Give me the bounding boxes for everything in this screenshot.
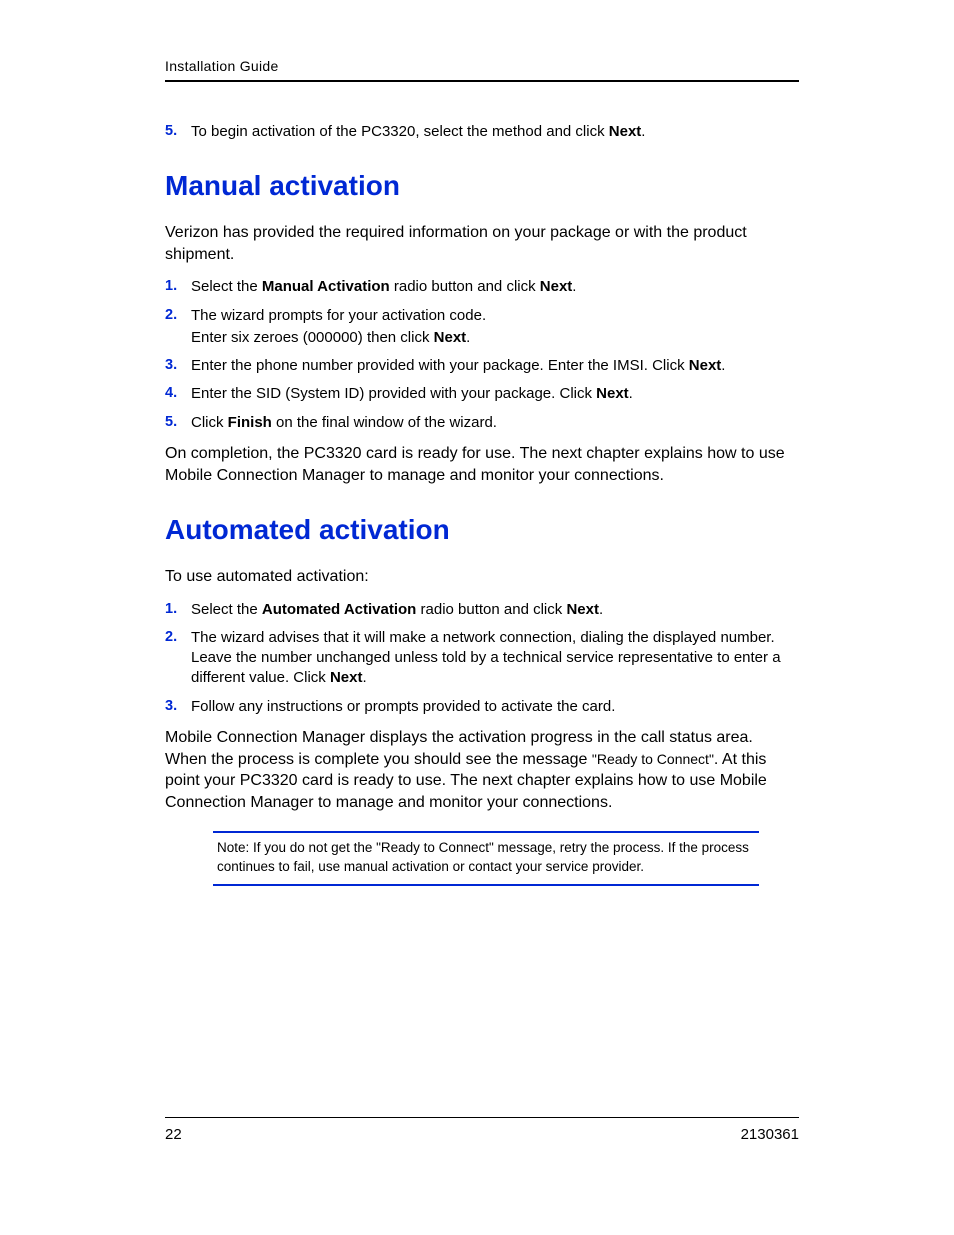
bold-text: Next [434,329,467,346]
list-text: Enter the phone number provided with you… [191,356,799,376]
list-number: 5. [165,122,191,142]
quoted-text: "Ready to Connect" [592,751,714,767]
text: To begin activation of the PC3320, selec… [191,123,609,140]
auto-step-3: 3. Follow any instructions or prompts pr… [165,697,799,717]
bold-text: Manual Activation [262,278,390,295]
text: on the final window of the wizard. [272,414,497,431]
auto-step-2: 2. The wizard advises that it will make … [165,628,799,689]
heading-automated-activation: Automated activation [165,514,799,546]
text: Enter the phone number provided with you… [191,357,689,374]
text: . [466,329,470,346]
bold-text: Next [689,357,722,374]
page-number: 22 [165,1126,182,1143]
bold-text: Automated Activation [262,601,416,618]
auto-step-1: 1. Select the Automated Activation radio… [165,600,799,620]
paragraph: On completion, the PC3320 card is ready … [165,443,799,486]
heading-manual-activation: Manual activation [165,170,799,202]
manual-step-3: 3. Enter the phone number provided with … [165,356,799,376]
manual-step-1: 1. Select the Manual Activation radio bu… [165,277,799,297]
bold-text: Next [609,123,642,140]
note-box: Note: If you do not get the "Ready to Co… [213,831,759,885]
manual-step-4: 4. Enter the SID (System ID) provided wi… [165,384,799,404]
list-text: Enter the SID (System ID) provided with … [191,384,799,404]
list-number: 2. [165,628,191,689]
list-number: 1. [165,600,191,620]
text: radio button and click [416,601,566,618]
list-text: The wizard prompts for your activation c… [191,306,799,349]
header-title: Installation Guide [165,58,799,82]
text: . [721,357,725,374]
text: Select the [191,601,262,618]
list-text: Click Finish on the final window of the … [191,413,799,433]
list-number: 2. [165,306,191,349]
bold-text: Next [566,601,599,618]
footer: 22 2130361 [165,1117,799,1143]
text: The wizard advises that it will make a n… [191,629,781,687]
text: radio button and click [390,278,540,295]
zeros: 000000 [308,329,358,346]
bold-text: Finish [228,414,272,431]
text: Enter the SID (System ID) provided with … [191,385,596,402]
bold-text: Next [596,385,629,402]
list-text: The wizard advises that it will make a n… [191,628,799,689]
list-text: Select the Automated Activation radio bu… [191,600,799,620]
text: . [362,669,366,686]
list-number: 4. [165,384,191,404]
list-number: 1. [165,277,191,297]
list-number: 3. [165,697,191,717]
document-number: 2130361 [741,1126,799,1143]
text: Select the [191,278,262,295]
text: The wizard prompts for your activation c… [191,307,486,324]
bold-text: Next [330,669,363,686]
manual-step-2: 2. The wizard prompts for your activatio… [165,306,799,349]
intro-step: 5. To begin activation of the PC3320, se… [165,122,799,142]
list-text: Follow any instructions or prompts provi… [191,697,799,717]
sub-line: Enter six zeroes (000000) then click Nex… [191,328,799,348]
text: . [641,123,645,140]
manual-step-5: 5. Click Finish on the final window of t… [165,413,799,433]
text: Click [191,414,228,431]
text: Follow any instructions or prompts provi… [191,698,615,715]
bold-text: Next [540,278,573,295]
text: . [572,278,576,295]
text: . [629,385,633,402]
text: Enter six zeroes ( [191,329,308,346]
list-text: To begin activation of the PC3320, selec… [191,122,799,142]
text: ) then click [358,329,434,346]
paragraph: Verizon has provided the required inform… [165,222,799,265]
list-number: 3. [165,356,191,376]
list-text: Select the Manual Activation radio butto… [191,277,799,297]
text: . [599,601,603,618]
paragraph: To use automated activation: [165,566,799,588]
page-content: Installation Guide 5. To begin activatio… [165,58,799,1140]
paragraph: Mobile Connection Manager displays the a… [165,727,799,813]
list-number: 5. [165,413,191,433]
